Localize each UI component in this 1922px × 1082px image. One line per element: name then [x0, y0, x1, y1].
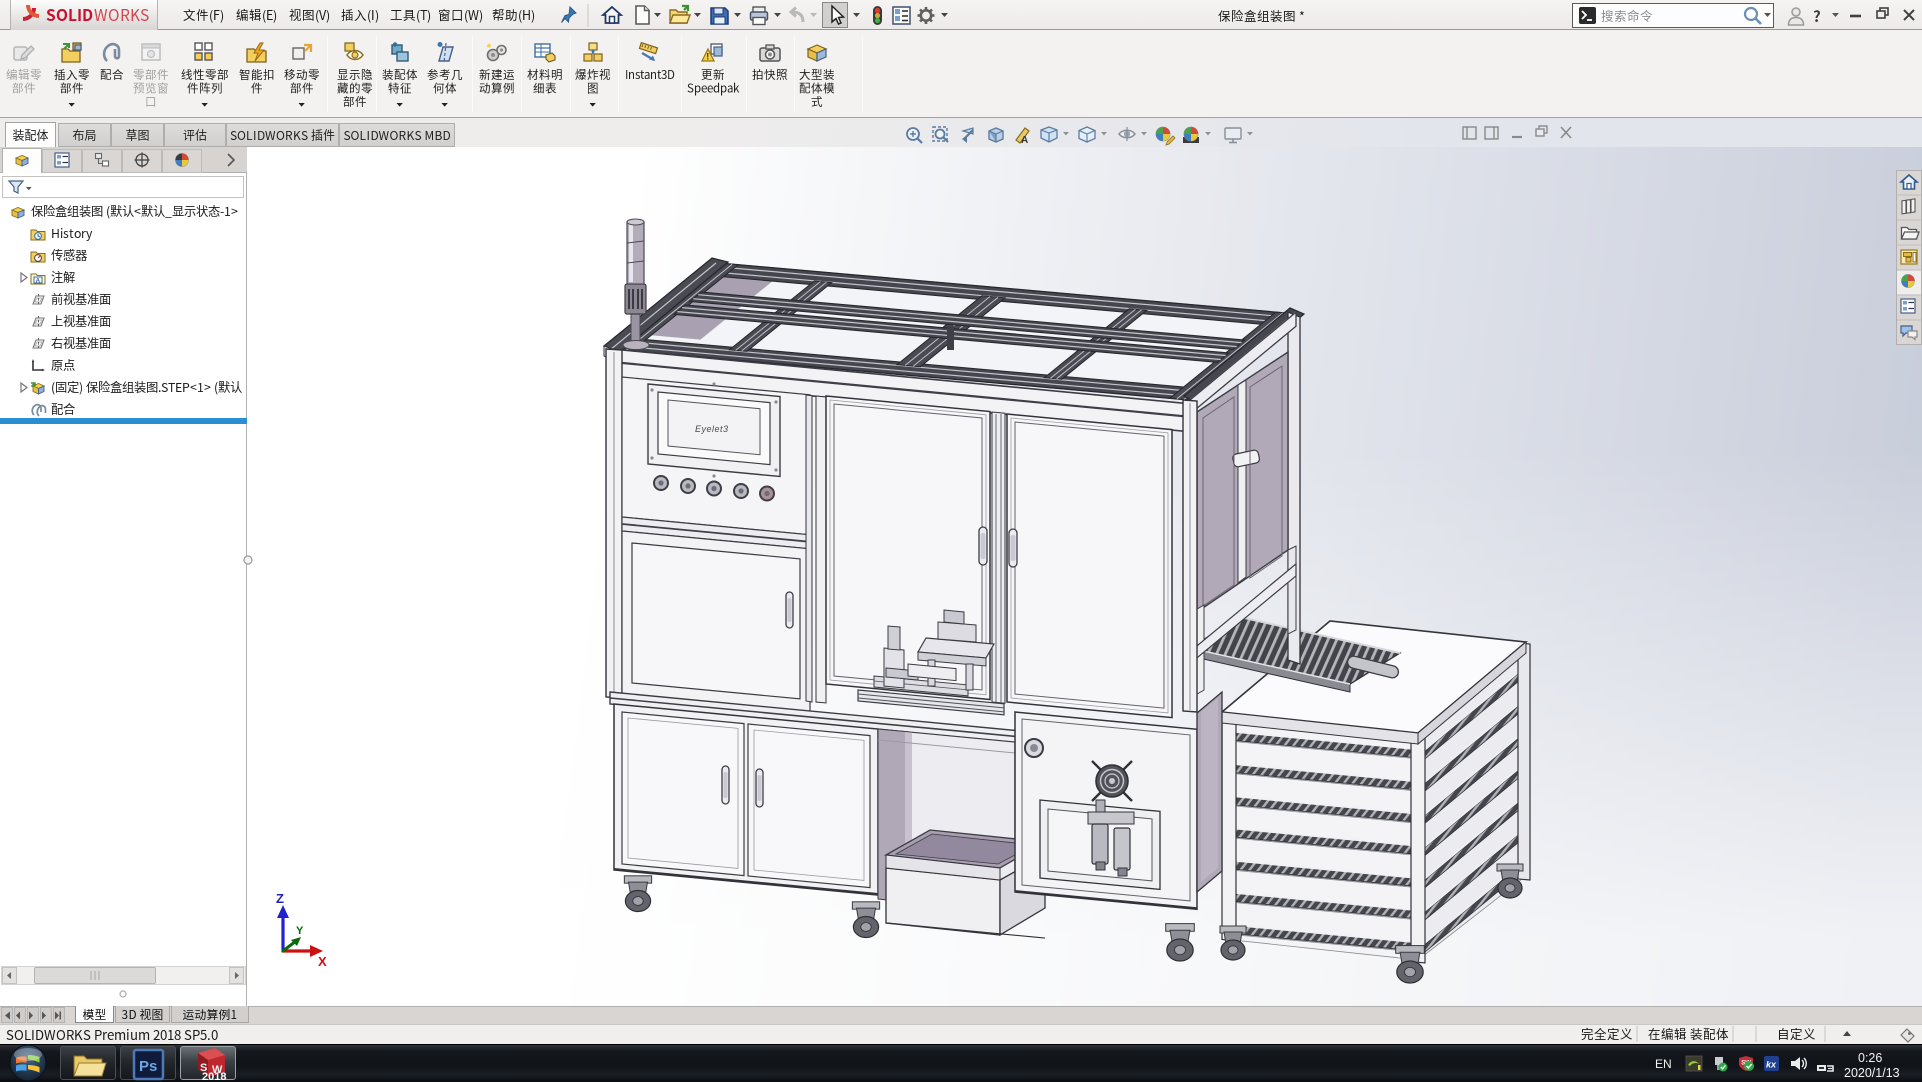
svg-text:2020/1/13: 2020/1/13 — [1844, 1066, 1900, 1080]
svg-text:EN: EN — [1655, 1057, 1672, 1071]
svg-text:kx: kx — [1766, 1060, 1777, 1070]
svg-text:A: A — [36, 278, 41, 285]
svg-text:!: ! — [706, 52, 709, 62]
svg-text:0:26: 0:26 — [1858, 1051, 1882, 1065]
svg-text:A: A — [1021, 135, 1028, 146]
svg-text:Ps: Ps — [139, 1058, 157, 1075]
svg-text:2018: 2018 — [202, 1071, 226, 1082]
